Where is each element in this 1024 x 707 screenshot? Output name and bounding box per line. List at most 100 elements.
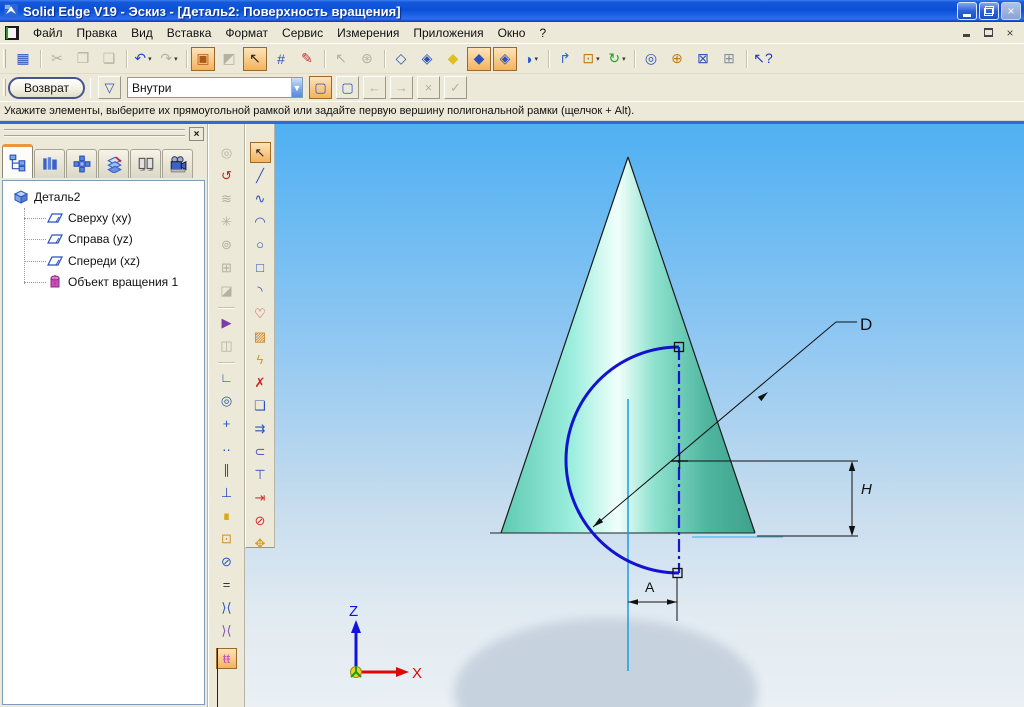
view-shaded-button[interactable]: ◆ [441, 47, 465, 71]
region-box-button[interactable]: ◫ [216, 335, 237, 356]
selection-mode-value[interactable] [128, 78, 291, 97]
zoom-area-button[interactable]: ◎ [639, 47, 663, 71]
select-overlap-mode-button[interactable]: ▢ [336, 76, 359, 99]
connect-points-button[interactable]: ‥ [216, 436, 237, 457]
prev-button[interactable]: ← [363, 76, 386, 99]
hatch-button[interactable]: ▨ [250, 326, 271, 347]
dropdown-arrow-icon[interactable]: ▾ [596, 55, 600, 63]
cut-button[interactable]: ✂ [45, 47, 69, 71]
edgebar-drag-handle[interactable] [4, 129, 185, 137]
fix-dimension-button[interactable]: ⊡ [216, 528, 237, 549]
view-sphere-button[interactable]: ◑ ▾ [519, 47, 543, 71]
offset-label[interactable]: A [645, 579, 655, 595]
mdi-restore-button[interactable] [980, 26, 996, 40]
fillet-button[interactable]: ◝ [250, 280, 271, 301]
height-label[interactable]: H [861, 481, 872, 498]
menu-format[interactable]: Формат [218, 24, 275, 42]
title-bar[interactable]: Solid Edge V19 - Эскиз - [Деталь2: Повер… [0, 0, 1024, 22]
tab-library[interactable] [34, 149, 65, 178]
select-overlap-button[interactable]: ◩ [217, 47, 241, 71]
tab-family-of-parts[interactable] [66, 149, 97, 178]
trim-corner-button[interactable]: ✗ [250, 372, 271, 393]
view-wireframe-button[interactable]: ◇ [389, 47, 413, 71]
symmetry-axis-button[interactable]: ŧŧ [216, 648, 237, 669]
menu-window[interactable]: Окно [491, 24, 533, 42]
symmetric-button[interactable]: ⟩⟨ [216, 597, 237, 618]
circle-feature-button[interactable]: ◎ [216, 142, 237, 163]
save-button[interactable]: ▦ [11, 47, 35, 71]
include-button[interactable]: ❏ [250, 395, 271, 416]
view-hidden-edges-button[interactable]: ◈ [415, 47, 439, 71]
menu-tools[interactable]: Сервис [275, 24, 330, 42]
undo-button[interactable]: ↶ ▾ [131, 47, 155, 71]
symmetric-points-button[interactable]: ⟩⟨ [216, 620, 237, 641]
pattern-wave-button[interactable]: ≋ [216, 188, 237, 209]
menu-file[interactable]: Файл [26, 24, 70, 42]
perpendicular-button[interactable]: ⊥ [216, 482, 237, 503]
restore-button[interactable] [979, 2, 999, 20]
pattern-rosette-button[interactable]: ✳ [216, 211, 237, 232]
paste-button[interactable]: ❑ [97, 47, 121, 71]
pattern-fill-button[interactable]: ◪ [216, 280, 237, 301]
trim-button[interactable]: ϟ [250, 349, 271, 370]
line-button[interactable]: ╱ [250, 165, 271, 186]
revolved-feature-button[interactable]: ↺ [216, 165, 237, 186]
menu-applications[interactable]: Приложения [406, 24, 490, 42]
stretch-button[interactable]: ⇥ [250, 487, 271, 508]
arc-button[interactable]: ◠ [250, 211, 271, 232]
lock-button[interactable]: ∎ [216, 505, 237, 526]
thin-region-button[interactable]: ▶ [216, 312, 237, 333]
menu-insert[interactable]: Вставка [160, 24, 219, 42]
menu-edit[interactable]: Правка [70, 24, 125, 42]
rotate-view-button[interactable]: ↻ ▾ [605, 47, 629, 71]
toolbar-grip[interactable] [3, 49, 6, 68]
menu-measure[interactable]: Измерения [330, 24, 406, 42]
next-button[interactable]: → [390, 76, 413, 99]
tree-item-top-plane[interactable]: Сверху (xy) [3, 207, 204, 229]
mdi-close-button[interactable]: × [1002, 26, 1018, 40]
pan-button[interactable]: ⊞ [717, 47, 741, 71]
combobox-dropdown-button[interactable]: ▼ [291, 78, 302, 97]
tree-item-right-plane[interactable]: Справа (yz) [3, 229, 204, 251]
help-button[interactable]: ↖? [751, 47, 775, 71]
minimize-button[interactable] [957, 2, 977, 20]
pattern-circle-button[interactable]: ⊚ [216, 234, 237, 255]
toolbar-grip-2[interactable] [3, 79, 6, 96]
tree-item-front-plane[interactable]: Спереди (xz) [3, 250, 204, 272]
select-tool-button[interactable]: ↖ [243, 47, 267, 71]
goto-button[interactable]: ↱ [553, 47, 577, 71]
tee-button[interactable]: ⊤ [250, 464, 271, 485]
cancel-button[interactable]: × [417, 76, 440, 99]
equal-button[interactable]: = [216, 574, 237, 595]
tab-layers[interactable] [98, 149, 129, 178]
tree-item-revolve[interactable]: Объект вращения 1 [3, 272, 204, 294]
view-visible-hidden-button[interactable]: ◈ [493, 47, 517, 71]
select-frame-button[interactable]: ▣ [191, 47, 215, 71]
mdi-minimize-button[interactable] [958, 26, 974, 40]
menu-help[interactable]: ? [532, 24, 553, 42]
dropdown-arrow-icon[interactable]: ▾ [622, 55, 626, 63]
close-button[interactable]: × [1001, 2, 1021, 20]
pattern-grid-button[interactable]: ⊞ [216, 257, 237, 278]
contour-button[interactable]: ♡ [250, 303, 271, 324]
copy-button[interactable]: ❐ [71, 47, 95, 71]
redo-button[interactable]: ↷ ▾ [157, 47, 181, 71]
viewport-canvas[interactable]: D H A [208, 124, 1024, 707]
curve-button[interactable]: ∿ [250, 188, 271, 209]
tab-sensors[interactable] [130, 149, 161, 178]
select-extra-button[interactable]: ↖ [329, 47, 353, 71]
circle-button[interactable]: ○ [250, 234, 271, 255]
dropdown-arrow-icon[interactable]: ▾ [174, 55, 178, 63]
attach-button[interactable]: ⊛ [355, 47, 379, 71]
grid-button[interactable]: # [269, 47, 293, 71]
tangent-button[interactable]: ⊘ [216, 551, 237, 572]
selection-mode-combobox[interactable]: ▼ [127, 77, 303, 98]
accept-button[interactable]: ✓ [444, 76, 467, 99]
parallel-button[interactable]: ∥ [216, 459, 237, 480]
tree-item-part[interactable]: Деталь2 [13, 186, 80, 207]
select-inside-mode-button[interactable]: ▢ [309, 76, 332, 99]
return-button[interactable]: Возврат [8, 77, 85, 99]
selection-filter-button[interactable]: ▽ [98, 76, 121, 99]
dropdown-arrow-icon[interactable]: ▾ [148, 55, 152, 63]
view-shaded-edges-button[interactable]: ◆ [467, 47, 491, 71]
